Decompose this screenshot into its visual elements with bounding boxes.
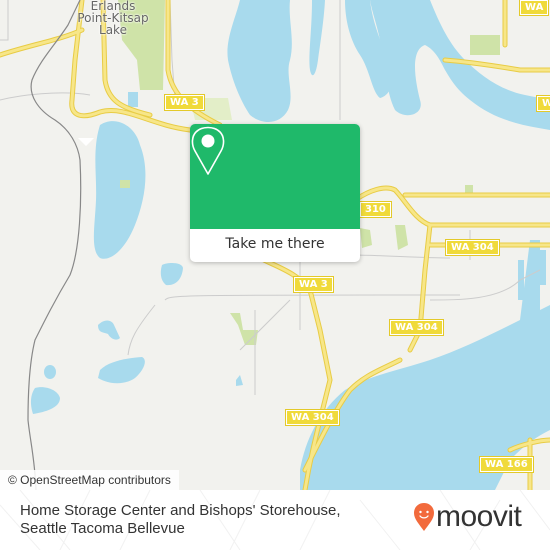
route-shield: WA 304 bbox=[445, 239, 500, 256]
route-shield: WA 304 bbox=[389, 319, 444, 336]
take-me-there-button[interactable]: Take me there bbox=[190, 229, 360, 262]
place-name: Home Storage Center and Bishops' Storeho… bbox=[20, 502, 390, 538]
route-shield: WA bbox=[518, 0, 550, 16]
park-central-1 bbox=[395, 225, 408, 250]
minor-road bbox=[0, 0, 9, 41]
park-small-1 bbox=[120, 180, 130, 188]
water-lake-small-1 bbox=[44, 365, 56, 379]
moovit-wordmark: moovit bbox=[436, 500, 522, 533]
map-pin-icon bbox=[191, 126, 225, 175]
water-lake-small-2 bbox=[30, 387, 60, 414]
minor-road bbox=[239, 299, 291, 351]
moovit-logo[interactable]: moovit bbox=[413, 497, 543, 537]
minor-road bbox=[127, 304, 156, 356]
route-shield: WA 166 bbox=[479, 456, 534, 473]
water-port-orchard-north bbox=[370, 0, 550, 130]
water-lake-small-4 bbox=[98, 357, 145, 384]
map-attribution[interactable]: © OpenStreetMap contributors bbox=[0, 470, 179, 490]
minor-road bbox=[0, 92, 91, 101]
popup-pointer bbox=[78, 138, 94, 146]
destination-popup: Take me there bbox=[190, 124, 360, 262]
water-dyes-inlet bbox=[227, 0, 292, 122]
water-lake-kitsap bbox=[93, 121, 146, 259]
route-shield: WA 3 bbox=[293, 276, 334, 293]
water-lake-small-3 bbox=[98, 320, 120, 340]
park-central-2 bbox=[360, 228, 372, 248]
minor-road bbox=[349, 254, 451, 259]
water-lake-small-6 bbox=[236, 375, 243, 386]
route-shield: WA 304 bbox=[285, 409, 340, 426]
footer: Home Storage Center and Bishops' Storeho… bbox=[0, 490, 550, 550]
water-lake-small-7 bbox=[128, 92, 138, 107]
place-label-erlands-point: Erlands Point-Kitsap Lake bbox=[68, 0, 158, 36]
park-south bbox=[230, 313, 258, 345]
park-small-3 bbox=[470, 35, 500, 55]
place-name-line-2: Seattle Tacoma Bellevue bbox=[20, 520, 185, 537]
water-lake-small-5 bbox=[160, 263, 183, 286]
place-name-line-1: Home Storage Center and Bishops' Storeho… bbox=[20, 502, 341, 519]
moovit-pin-icon bbox=[414, 503, 434, 531]
map-canvas[interactable]: Erlands Point-Kitsap Lake WA 3 310 WA 30… bbox=[0, 0, 550, 490]
route-shield: 310 bbox=[359, 201, 392, 218]
route-shield: WA 3 bbox=[164, 94, 205, 111]
place-label-line: Lake bbox=[99, 23, 127, 37]
water-channel bbox=[309, 0, 325, 76]
popup-header bbox=[190, 124, 360, 229]
route-shield: W bbox=[535, 95, 550, 112]
